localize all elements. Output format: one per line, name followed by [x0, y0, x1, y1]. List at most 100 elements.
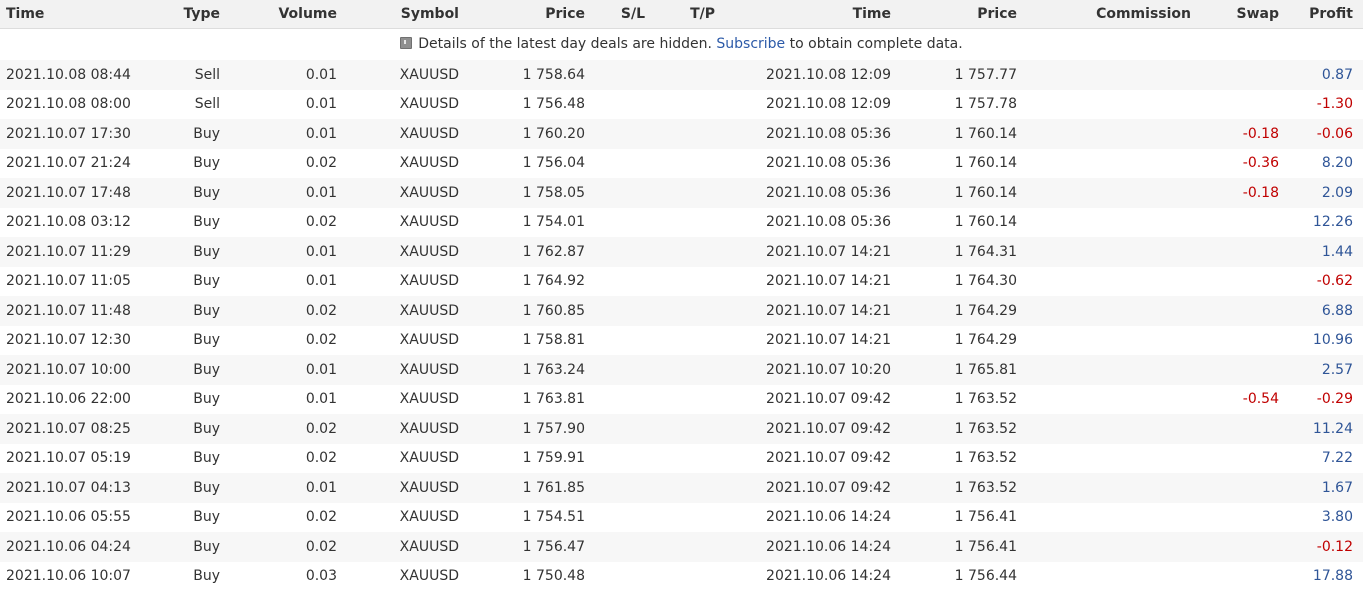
- cell-open-price: 1 763.81: [522, 391, 585, 408]
- cell-profit: 8.20: [1321, 155, 1353, 172]
- cell-tp: [655, 149, 725, 179]
- cell-type: Sell: [194, 66, 220, 83]
- cell-volume: 0.03: [305, 568, 337, 585]
- cell-commission: [1027, 562, 1201, 591]
- cell-open-time: 2021.10.07 08:25: [6, 420, 131, 437]
- cell-commission: [1027, 473, 1201, 503]
- cell-sl: [595, 178, 655, 208]
- cell-close-price: 1 765.81: [954, 361, 1017, 378]
- cell-swap: [1201, 444, 1289, 474]
- cell-type: Buy: [193, 361, 220, 378]
- cell-commission: [1027, 60, 1201, 90]
- cell-symbol: XAUUSD: [399, 155, 459, 172]
- header-swap[interactable]: Swap: [1201, 0, 1289, 29]
- subscribe-link[interactable]: Subscribe: [716, 36, 785, 52]
- cell-volume: 0.02: [305, 214, 337, 231]
- cell-open-price: 1 760.85: [522, 302, 585, 319]
- cell-open-price: 1 756.47: [522, 538, 585, 555]
- header-symbol[interactable]: Symbol: [347, 0, 469, 29]
- cell-swap: [1201, 414, 1289, 444]
- cell-commission: [1027, 355, 1201, 385]
- cell-sl: [595, 473, 655, 503]
- cell-profit: 1.67: [1321, 479, 1353, 496]
- lock-icon: [400, 37, 413, 50]
- cell-tp: [655, 119, 725, 149]
- cell-sl: [595, 119, 655, 149]
- header-sl[interactable]: S/L: [595, 0, 655, 29]
- cell-close-time: 2021.10.08 05:36: [766, 184, 891, 201]
- cell-symbol: XAUUSD: [399, 243, 459, 260]
- cell-volume: 0.01: [305, 273, 337, 290]
- notice-text: Details of the latest day deals are hidd…: [418, 36, 712, 53]
- cell-close-time: 2021.10.08 12:09: [766, 66, 891, 83]
- header-type[interactable]: Type: [140, 0, 230, 29]
- cell-open-time: 2021.10.07 17:48: [6, 184, 131, 201]
- cell-symbol: XAUUSD: [399, 391, 459, 408]
- cell-close-time: 2021.10.08 05:36: [766, 155, 891, 172]
- cell-open-time: 2021.10.06 04:24: [6, 538, 131, 555]
- cell-symbol: XAUUSD: [399, 332, 459, 349]
- header-open-time[interactable]: Time: [0, 0, 140, 29]
- cell-type: Buy: [193, 538, 220, 555]
- cell-profit: 12.26: [1312, 214, 1353, 231]
- cell-volume: 0.01: [305, 125, 337, 142]
- cell-open-price: 1 764.92: [522, 273, 585, 290]
- cell-open-price: 1 758.81: [522, 332, 585, 349]
- cell-commission: [1027, 267, 1201, 297]
- cell-symbol: XAUUSD: [399, 184, 459, 201]
- cell-commission: [1027, 208, 1201, 238]
- table-row: 2021.10.08 08:00 Sell 0.01 XAUUSD 1 756.48 20…: [0, 89, 1363, 119]
- header-close-price[interactable]: Price: [901, 0, 1027, 29]
- table-row: 2021.10.07 08:25 Buy 0.02 XAUUSD 1 757.90 202…: [0, 414, 1363, 444]
- header-commission[interactable]: Commission: [1027, 0, 1201, 29]
- cell-tp: [655, 503, 725, 533]
- cell-sl: [595, 237, 655, 267]
- cell-commission: [1027, 503, 1201, 533]
- cell-open-time: 2021.10.07 17:30: [6, 125, 131, 142]
- cell-tp: [655, 414, 725, 444]
- cell-symbol: XAUUSD: [399, 273, 459, 290]
- header-volume[interactable]: Volume: [230, 0, 347, 29]
- cell-volume: 0.02: [305, 155, 337, 172]
- cell-swap: -0.36: [1242, 155, 1279, 172]
- cell-swap: [1201, 208, 1289, 238]
- cell-swap: [1201, 237, 1289, 267]
- cell-volume: 0.02: [305, 450, 337, 467]
- cell-commission: [1027, 444, 1201, 474]
- header-tp[interactable]: T/P: [655, 0, 725, 29]
- cell-symbol: XAUUSD: [399, 125, 459, 142]
- cell-profit: 0.87: [1321, 66, 1353, 83]
- header-profit[interactable]: Profit: [1289, 0, 1363, 29]
- cell-open-time: 2021.10.08 08:00: [6, 96, 131, 113]
- table-row: 2021.10.08 03:12 Buy 0.02 XAUUSD 1 754.01 202…: [0, 207, 1363, 238]
- cell-commission: [1027, 296, 1201, 326]
- header-close-time[interactable]: Time: [725, 0, 901, 29]
- cell-open-price: 1 750.48: [522, 568, 585, 585]
- cell-swap: [1201, 355, 1289, 385]
- cell-open-price: 1 758.64: [522, 66, 585, 83]
- cell-close-price: 1 764.29: [954, 332, 1017, 349]
- cell-open-time: 2021.10.07 11:48: [6, 302, 131, 319]
- cell-sl: [595, 532, 655, 562]
- cell-symbol: XAUUSD: [399, 479, 459, 496]
- cell-close-time: 2021.10.06 14:24: [766, 568, 891, 585]
- cell-profit: 2.09: [1321, 184, 1353, 201]
- cell-swap: [1201, 326, 1289, 356]
- cell-close-time: 2021.10.06 14:24: [766, 538, 891, 555]
- cell-symbol: XAUUSD: [399, 361, 459, 378]
- cell-sl: [595, 355, 655, 385]
- cell-tp: [655, 296, 725, 326]
- cell-tp: [655, 208, 725, 238]
- cell-close-price: 1 760.14: [954, 125, 1017, 142]
- table-row: 2021.10.07 11:48 Buy 0.02 XAUUSD 1 760.85 202…: [0, 296, 1363, 326]
- cell-type: Buy: [193, 125, 220, 142]
- cell-close-time: 2021.10.08 05:36: [766, 214, 891, 231]
- cell-type: Buy: [193, 479, 220, 496]
- header-open-price[interactable]: Price: [469, 0, 595, 29]
- cell-type: Buy: [193, 420, 220, 437]
- cell-close-price: 1 756.44: [954, 568, 1017, 585]
- cell-open-time: 2021.10.06 22:00: [6, 391, 131, 408]
- table-row: 2021.10.06 22:00 Buy 0.01 XAUUSD 1 763.81 202…: [0, 384, 1363, 414]
- header-row: Time Type Volume Symbol Price S/L T/P Ti…: [0, 0, 1363, 29]
- table-row: 2021.10.07 17:48 Buy 0.01 XAUUSD 1 758.05 202…: [0, 178, 1363, 208]
